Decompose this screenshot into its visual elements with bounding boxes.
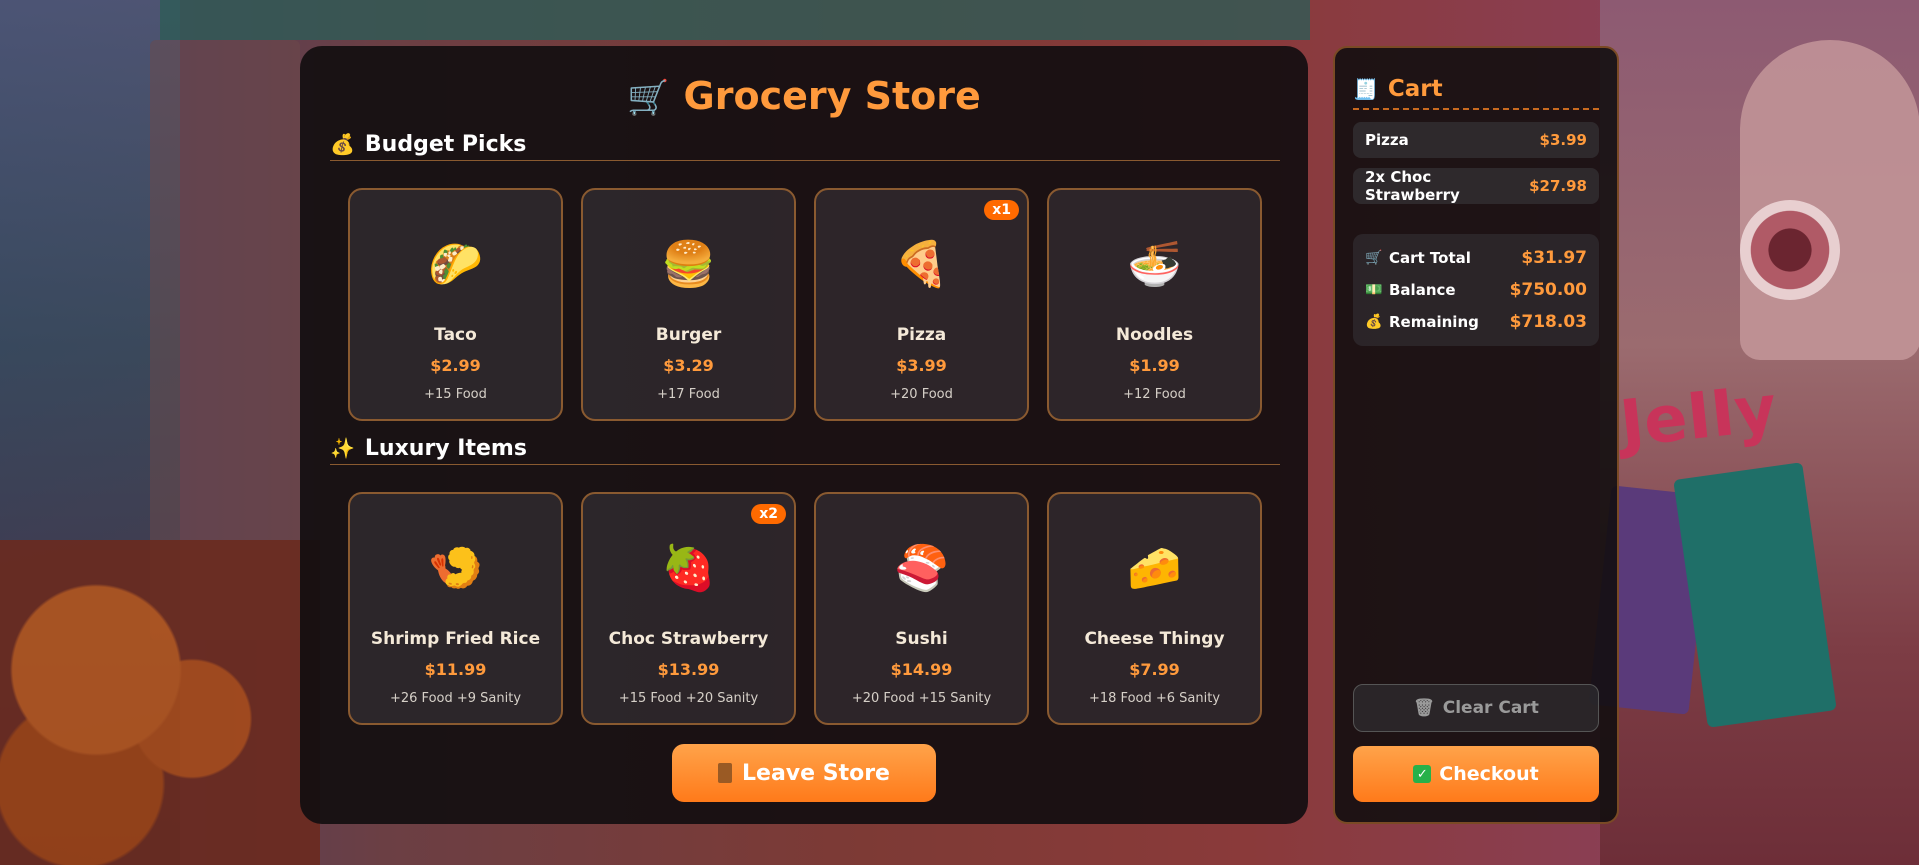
item-name: Sushi [895, 629, 948, 649]
cheese-thingy-icon: 🧀 [1127, 543, 1182, 594]
item-card-sushi[interactable]: 🍣 Sushi $14.99 +20 Food +15 Sanity [814, 492, 1029, 725]
checkout-button[interactable]: ✓ Checkout [1353, 746, 1599, 802]
item-card-choc-strawberry[interactable]: x2 🍓 Choc Strawberry $13.99 +15 Food +20… [581, 492, 796, 725]
cart-total-row: 🛒 Cart Total $31.97 [1365, 248, 1587, 268]
trash-icon: 🗑 [1413, 698, 1435, 718]
cart-header: 🧾 Cart [1353, 70, 1599, 110]
item-stat: +26 Food +9 Sanity [389, 691, 522, 706]
item-price: $11.99 [424, 660, 487, 679]
item-price: $3.99 [896, 356, 947, 375]
item-name: Noodles [1115, 325, 1194, 345]
item-stat: +20 Food [890, 387, 953, 402]
item-price: $7.99 [1129, 660, 1180, 679]
taco-icon: 🌮 [428, 239, 483, 290]
cart-item[interactable]: Pizza $3.99 [1353, 122, 1599, 158]
item-price: $2.99 [430, 356, 481, 375]
item-stat: +15 Food +20 Sanity [618, 691, 759, 706]
item-stat: +20 Food +15 Sanity [851, 691, 992, 706]
sushi-icon: 🍣 [894, 543, 949, 594]
leave-store-button[interactable]: Leave Store [672, 744, 936, 802]
item-name: Pizza [896, 325, 947, 345]
shrimp-fried-rice-icon: 🍤 [428, 543, 483, 594]
item-card-taco[interactable]: 🌮 Taco $2.99 +15 Food [348, 188, 563, 421]
item-price: $14.99 [890, 660, 953, 679]
choc-strawberry-icon: 🍓 [661, 543, 716, 594]
shopping-cart-icon: 🛒 [627, 78, 670, 118]
quantity-badge: x1 [984, 200, 1019, 220]
item-stat: +15 Food [424, 387, 487, 402]
item-name: Choc Strawberry [608, 629, 769, 649]
item-card-cheese-thingy[interactable]: 🧀 Cheese Thingy $7.99 +18 Food +6 Sanity [1047, 492, 1262, 725]
cash-icon: 💵 [1365, 282, 1383, 298]
section-header-luxury: ✨ Luxury Items [330, 432, 1280, 465]
burger-icon: 🍔 [661, 239, 716, 290]
sparkles-icon: ✨ [330, 436, 355, 460]
store-panel: 🛒 Grocery Store 💰 Budget Picks 🌮 Taco $2.… [300, 46, 1308, 824]
item-price: $13.99 [657, 660, 720, 679]
check-icon: ✓ [1413, 765, 1432, 783]
money-bag-icon: 💰 [1365, 314, 1383, 330]
noodles-icon: 🍜 [1127, 239, 1182, 290]
cart-panel: 🧾 Cart Pizza $3.99 2x Choc Strawberry $2… [1333, 46, 1619, 824]
section-header-budget: 💰 Budget Picks [330, 128, 1280, 161]
store-title: 🛒 Grocery Store [627, 74, 981, 118]
quantity-badge: x2 [751, 504, 786, 524]
receipt-icon: 🧾 [1353, 77, 1378, 101]
item-stat: +18 Food +6 Sanity [1088, 691, 1221, 706]
item-price: $1.99 [1129, 356, 1180, 375]
clear-cart-button[interactable]: 🗑 Clear Cart [1353, 684, 1599, 732]
item-name: Cheese Thingy [1084, 629, 1225, 649]
item-name: Burger [655, 325, 722, 345]
item-stat: +12 Food [1123, 387, 1186, 402]
cart-item[interactable]: 2x Choc Strawberry $27.98 [1353, 168, 1599, 204]
remaining-row: 💰 Remaining $718.03 [1365, 312, 1587, 332]
pizza-icon: 🍕 [894, 239, 949, 290]
cart-icon: 🛒 [1365, 250, 1383, 266]
item-card-shrimp-fried-rice[interactable]: 🍤 Shrimp Fried Rice $11.99 +26 Food +9 S… [348, 492, 563, 725]
item-card-noodles[interactable]: 🍜 Noodles $1.99 +12 Food [1047, 188, 1262, 421]
door-icon [718, 763, 733, 783]
item-name: Shrimp Fried Rice [370, 629, 541, 649]
item-card-burger[interactable]: 🍔 Burger $3.29 +17 Food [581, 188, 796, 421]
money-bag-icon: 💰 [330, 132, 355, 156]
cart-summary: 🛒 Cart Total $31.97 💵 Balance $750.00 💰 Rem… [1353, 234, 1599, 346]
item-stat: +17 Food [657, 387, 720, 402]
item-name: Taco [434, 325, 477, 345]
budget-items-grid: 🌮 Taco $2.99 +15 Food 🍔 Burger $3.29 +17… [348, 188, 1262, 421]
luxury-items-grid: 🍤 Shrimp Fried Rice $11.99 +26 Food +9 S… [348, 492, 1262, 725]
item-price: $3.29 [663, 356, 714, 375]
balance-row: 💵 Balance $750.00 [1365, 280, 1587, 300]
item-card-pizza[interactable]: x1 🍕 Pizza $3.99 +20 Food [814, 188, 1029, 421]
